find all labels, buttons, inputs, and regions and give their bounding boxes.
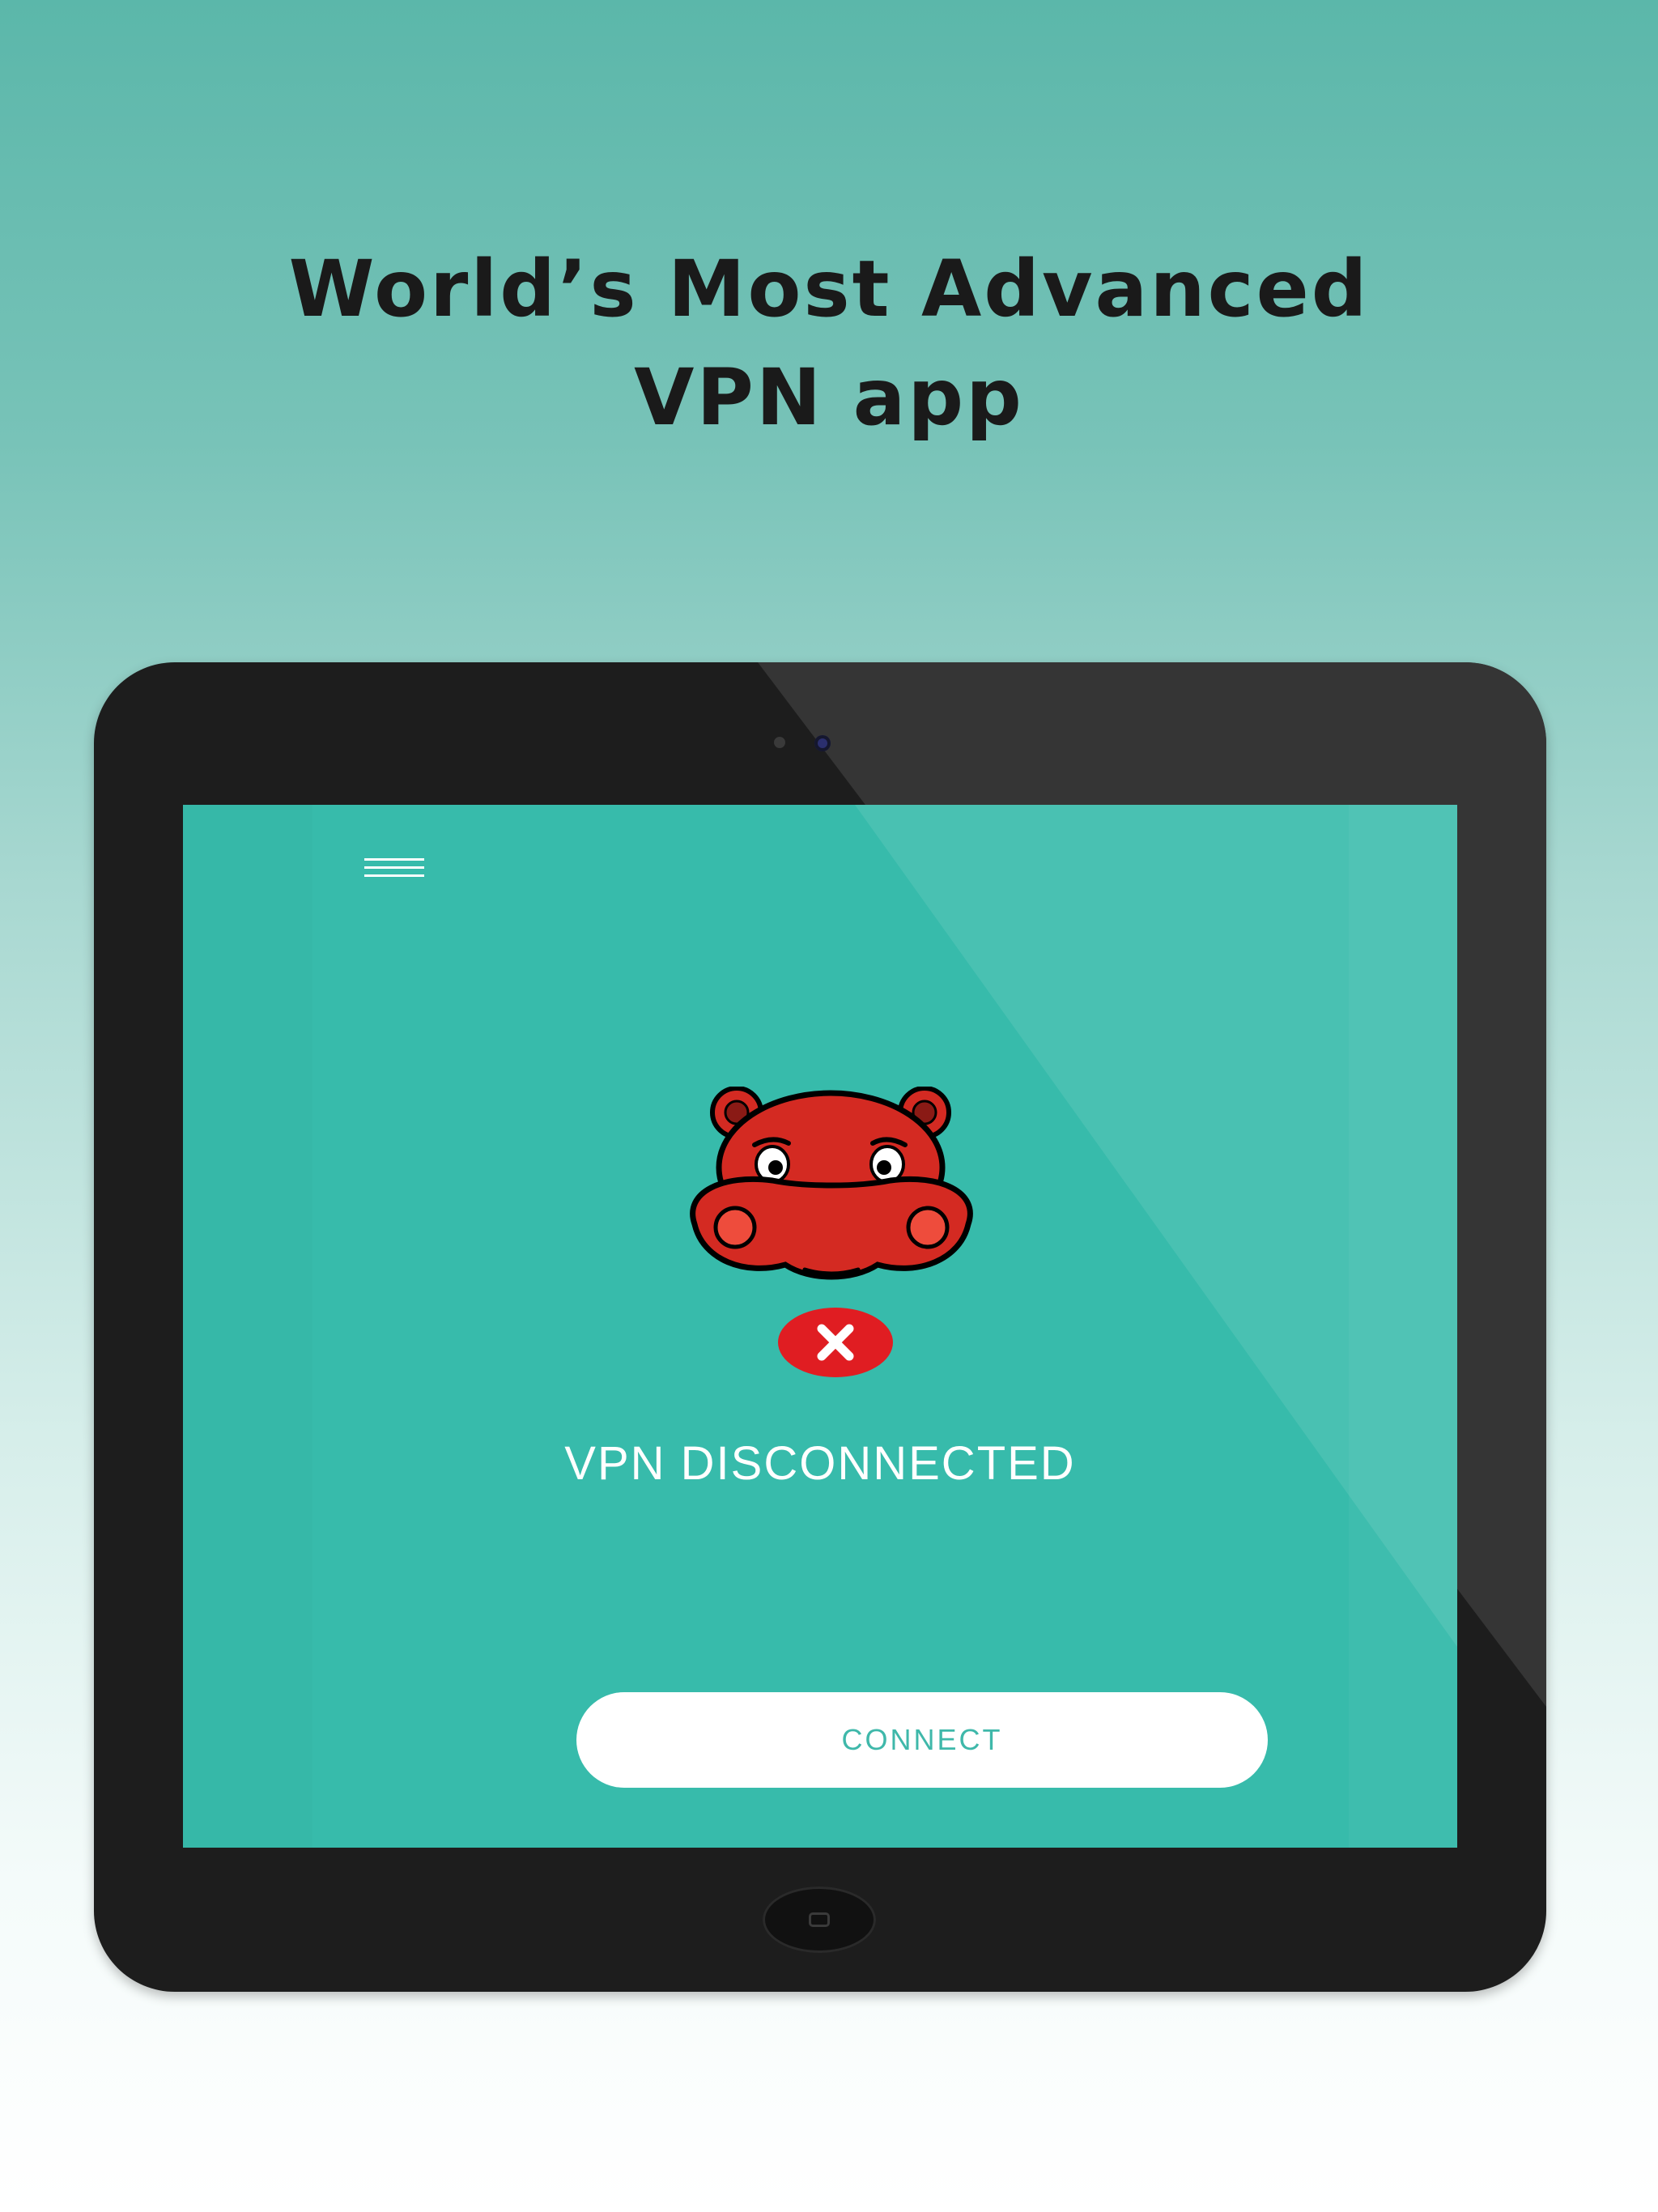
tablet-device-frame: VPN DISCONNECTED CONNECT — [94, 662, 1546, 1992]
promo-headline-line-1: World’s Most Advanced — [288, 244, 1370, 334]
menu-bar-top — [364, 858, 424, 861]
connection-status-text: VPN DISCONNECTED — [564, 1437, 1076, 1490]
promo-headline-line-2: VPN app — [634, 352, 1024, 443]
menu-bar-middle — [364, 866, 424, 869]
promo-headline: World’s Most Advanced VPN app — [0, 235, 1658, 452]
disconnected-status-badge — [778, 1308, 893, 1377]
connect-button[interactable]: CONNECT — [576, 1692, 1268, 1788]
tablet-camera — [814, 735, 831, 751]
tablet-sensor — [774, 737, 785, 748]
close-x-icon — [817, 1324, 854, 1361]
home-square-icon — [809, 1912, 830, 1927]
menu-bar-bottom — [364, 874, 424, 877]
app-screen: VPN DISCONNECTED CONNECT — [183, 805, 1457, 1848]
hamburger-menu-icon[interactable] — [361, 853, 426, 883]
tablet-home-button[interactable] — [763, 1887, 876, 1953]
hippo-mascot-icon — [690, 1087, 973, 1280]
